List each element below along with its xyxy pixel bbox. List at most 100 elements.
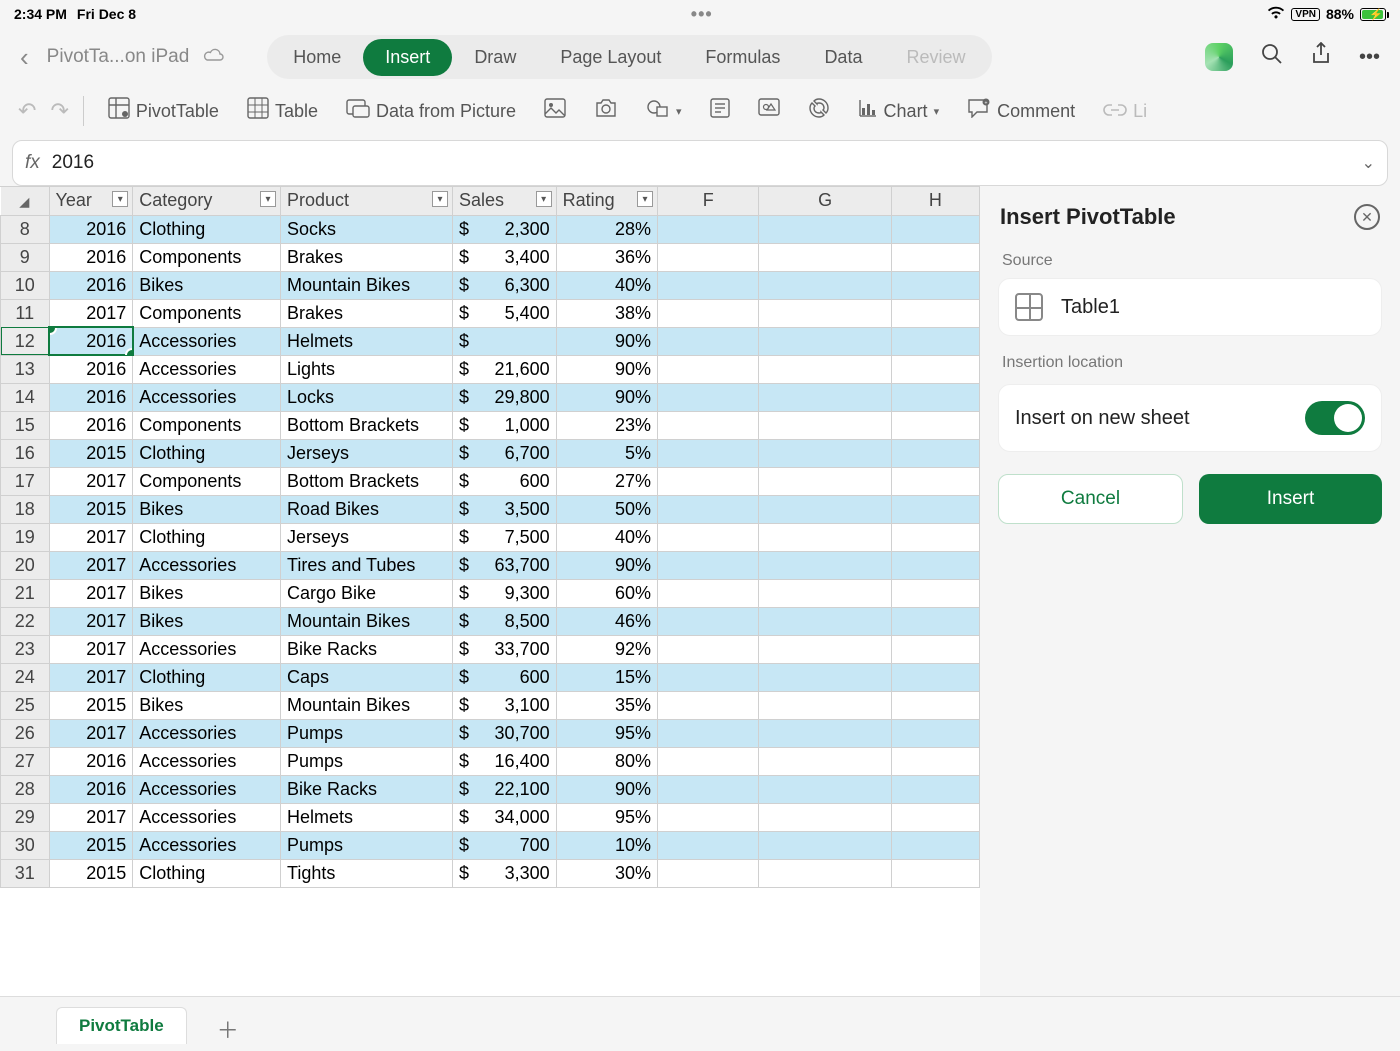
cell-category[interactable]: Components (133, 243, 281, 271)
cell-year[interactable]: 2016 (49, 271, 133, 299)
table-row[interactable]: 112017ComponentsBrakes$5,40038% (1, 299, 980, 327)
cell-category[interactable]: Clothing (133, 859, 281, 887)
cell-empty[interactable] (891, 663, 979, 691)
cell-rating[interactable]: 92% (556, 635, 657, 663)
cell-category[interactable]: Accessories (133, 355, 281, 383)
cell-product[interactable]: Bottom Brackets (281, 467, 453, 495)
cell-category[interactable]: Bikes (133, 495, 281, 523)
cell-category[interactable]: Bikes (133, 271, 281, 299)
source-selector[interactable]: Table1 (998, 278, 1382, 336)
cell-empty[interactable] (759, 607, 891, 635)
cell-sales[interactable]: $21,600 (452, 355, 556, 383)
cell-year[interactable]: 2015 (49, 495, 133, 523)
cell-sales[interactable]: $63,700 (452, 551, 556, 579)
cell-rating[interactable]: 40% (556, 523, 657, 551)
cell-sales[interactable]: $2,300 (452, 215, 556, 243)
row-header[interactable]: 11 (1, 299, 50, 327)
cell-empty[interactable] (658, 523, 759, 551)
cell-empty[interactable] (759, 747, 891, 775)
cell-empty[interactable] (759, 635, 891, 663)
cell-empty[interactable] (891, 719, 979, 747)
cell-year[interactable]: 2015 (49, 439, 133, 467)
row-header[interactable]: 22 (1, 607, 50, 635)
cell-sales[interactable]: $600 (452, 663, 556, 691)
table-row[interactable]: 262017AccessoriesPumps$30,70095% (1, 719, 980, 747)
cell-rating[interactable]: 10% (556, 831, 657, 859)
cell-category[interactable]: Accessories (133, 831, 281, 859)
autosave-cloud-icon[interactable] (203, 47, 225, 68)
cell-rating[interactable]: 23% (556, 411, 657, 439)
cell-sales[interactable]: $7,500 (452, 523, 556, 551)
cell-empty[interactable] (658, 439, 759, 467)
cell-sales[interactable]: $6,300 (452, 271, 556, 299)
row-header[interactable]: 15 (1, 411, 50, 439)
cell-empty[interactable] (759, 859, 891, 887)
tab-formulas[interactable]: Formulas (683, 39, 802, 76)
shapes-button[interactable]: ▾ (636, 94, 692, 128)
cell-empty[interactable] (658, 775, 759, 803)
cell-year[interactable]: 2017 (49, 719, 133, 747)
cell-empty[interactable] (658, 579, 759, 607)
cell-product[interactable]: Tights (281, 859, 453, 887)
cell-category[interactable]: Clothing (133, 663, 281, 691)
cell-product[interactable]: Jerseys (281, 439, 453, 467)
cell-category[interactable]: Accessories (133, 635, 281, 663)
textbox-button[interactable] (700, 94, 740, 128)
chart-button[interactable]: Chart ▾ (848, 94, 950, 128)
cell-empty[interactable] (759, 467, 891, 495)
cell-year[interactable]: 2015 (49, 691, 133, 719)
cell-empty[interactable] (658, 831, 759, 859)
row-header[interactable]: 24 (1, 663, 50, 691)
icons-button[interactable] (748, 94, 790, 128)
cell-category[interactable]: Accessories (133, 551, 281, 579)
cell-empty[interactable] (891, 747, 979, 775)
cell-empty[interactable] (891, 355, 979, 383)
cell-empty[interactable] (658, 495, 759, 523)
cell-category[interactable]: Clothing (133, 523, 281, 551)
cell-product[interactable]: Bike Racks (281, 775, 453, 803)
cell-year[interactable]: 2016 (49, 747, 133, 775)
table-button[interactable]: Table (237, 93, 328, 129)
cell-sales[interactable]: $16,400 (452, 747, 556, 775)
cell-year[interactable]: 2017 (49, 523, 133, 551)
cell-rating[interactable]: 30% (556, 859, 657, 887)
camera-button[interactable] (584, 94, 628, 128)
more-icon[interactable]: ••• (1359, 46, 1380, 69)
table-row[interactable]: 282016AccessoriesBike Racks$22,10090% (1, 775, 980, 803)
cell-year[interactable]: 2017 (49, 579, 133, 607)
row-header[interactable]: 31 (1, 859, 50, 887)
table-row[interactable]: 102016BikesMountain Bikes$6,30040% (1, 271, 980, 299)
row-header[interactable]: 13 (1, 355, 50, 383)
copilot-icon[interactable] (1205, 43, 1233, 71)
cell-rating[interactable]: 95% (556, 803, 657, 831)
col-header-rating[interactable]: Rating▾ (556, 187, 657, 215)
cell-product[interactable]: Road Bikes (281, 495, 453, 523)
cell-empty[interactable] (891, 299, 979, 327)
addins-button[interactable] (798, 93, 840, 129)
table-row[interactable]: 122016AccessoriesHelmets$90% (1, 327, 980, 355)
cell-year[interactable]: 2016 (49, 215, 133, 243)
row-header[interactable]: 29 (1, 803, 50, 831)
cell-rating[interactable]: 40% (556, 271, 657, 299)
undo-button[interactable]: ↶ (18, 98, 36, 124)
cancel-button[interactable]: Cancel (998, 474, 1183, 524)
spreadsheet-grid[interactable]: ◢ Year▾ Category▾ Product▾ Sales▾ Rating… (0, 186, 980, 996)
cell-empty[interactable] (759, 803, 891, 831)
table-row[interactable]: 232017AccessoriesBike Racks$33,70092% (1, 635, 980, 663)
cell-empty[interactable] (658, 215, 759, 243)
cell-category[interactable]: Bikes (133, 691, 281, 719)
formula-expand-icon[interactable]: ⌄ (1362, 153, 1375, 173)
cell-year[interactable]: 2016 (49, 411, 133, 439)
cell-empty[interactable] (759, 663, 891, 691)
row-header[interactable]: 28 (1, 775, 50, 803)
tab-data[interactable]: Data (802, 39, 884, 76)
cell-sales[interactable]: $6,700 (452, 439, 556, 467)
col-header-H[interactable]: H (891, 187, 979, 215)
cell-empty[interactable] (759, 439, 891, 467)
table-row[interactable]: 242017ClothingCaps$60015% (1, 663, 980, 691)
cell-year[interactable]: 2016 (49, 383, 133, 411)
cell-empty[interactable] (759, 775, 891, 803)
cell-empty[interactable] (658, 355, 759, 383)
cell-rating[interactable]: 90% (556, 327, 657, 355)
tab-review[interactable]: Review (884, 39, 987, 76)
